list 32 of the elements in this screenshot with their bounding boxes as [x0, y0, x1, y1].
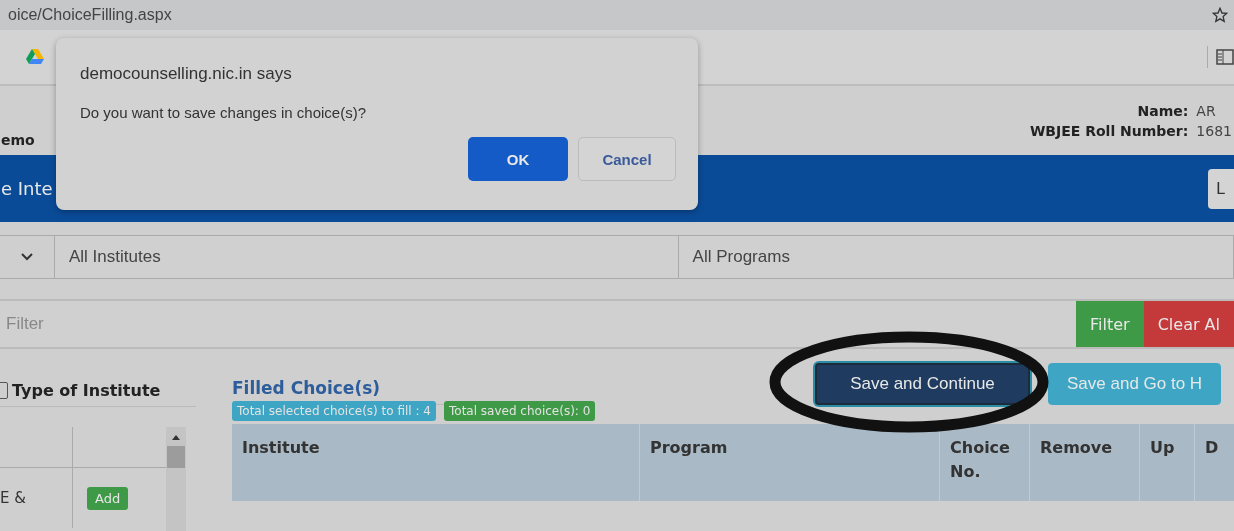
- column-header: Choice No.: [940, 424, 1030, 501]
- star-icon[interactable]: [1212, 7, 1228, 23]
- chevron-down-icon: [21, 253, 33, 261]
- scrollbar-thumb[interactable]: [167, 446, 185, 468]
- column-header: Up: [1140, 424, 1195, 501]
- dialog-message: Do you want to save changes in choice(s)?: [80, 104, 367, 121]
- column-header: Institute: [232, 424, 640, 501]
- column-header: Remove: [1030, 424, 1140, 501]
- column-header: Program: [640, 424, 940, 501]
- institute-select[interactable]: All Institutes: [55, 235, 679, 279]
- nav-item[interactable]: e Inte: [1, 178, 53, 199]
- program-select[interactable]: All Programs: [678, 235, 1234, 279]
- dialog-title: democounselling.nic.in says: [80, 64, 293, 84]
- cancel-button[interactable]: Cancel: [578, 137, 676, 181]
- roll-number-value: 1681: [1196, 122, 1232, 139]
- ok-button[interactable]: OK: [468, 137, 568, 181]
- count-badge: Total saved choice(s): 0: [444, 401, 596, 421]
- institute-name: E &: [0, 489, 26, 507]
- name-label: Name:: [1137, 102, 1189, 119]
- logout-button[interactable]: L: [1208, 168, 1234, 209]
- panel-title: Type of Institute: [12, 381, 161, 400]
- save-continue-button[interactable]: Save and Continue: [815, 363, 1030, 405]
- name-value: AR: [1196, 102, 1216, 119]
- url-text[interactable]: oice/ChoiceFilling.aspx: [8, 6, 172, 24]
- site-title: emo: [1, 131, 35, 148]
- sidebar-icon[interactable]: [1216, 49, 1234, 65]
- scrollbar[interactable]: [166, 427, 186, 531]
- column-header: D: [1195, 424, 1234, 501]
- roll-number-label: WBJEE Roll Number:: [1029, 122, 1189, 139]
- scroll-up-icon[interactable]: [172, 435, 180, 440]
- count-badge: Total selected choice(s) to fill : 4: [232, 401, 436, 421]
- clear-all-button[interactable]: Clear Al: [1143, 301, 1234, 347]
